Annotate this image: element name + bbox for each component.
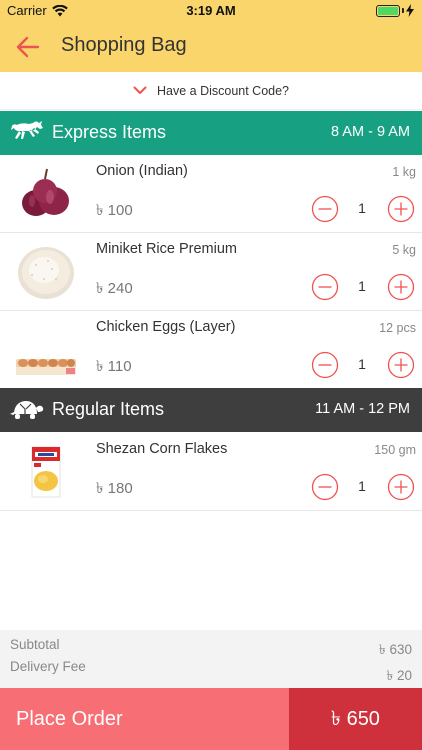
regular-section-header: Regular Items 11 AM - 12 PM <box>0 388 422 432</box>
decrease-quantity-button[interactable] <box>311 195 339 223</box>
chevron-down-icon <box>133 86 147 94</box>
cart-item: Miniket Rice Premium 5 kg ৳ 240 1 <box>0 233 422 311</box>
item-name: Chicken Eggs (Layer) <box>96 319 236 335</box>
decrease-quantity-button[interactable] <box>311 351 339 379</box>
item-name: Shezan Corn Flakes <box>96 441 228 457</box>
place-order-button[interactable]: Place Order <box>0 688 289 750</box>
status-bar: Carrier 3:19 AM <box>0 0 422 22</box>
clock: 3:19 AM <box>186 3 236 18</box>
onion-image <box>22 168 69 216</box>
discount-code-toggle[interactable]: Have a Discount Code? <box>0 72 422 110</box>
order-total: ৳ 650 <box>289 688 422 750</box>
item-quantity: 1 <box>358 278 366 294</box>
item-quantity: 1 <box>358 356 366 372</box>
eggs-image <box>16 359 76 375</box>
item-price: ৳ 110 <box>96 358 132 375</box>
regular-section-title: Regular Items <box>52 399 165 419</box>
express-section-header: Express Items 8 AM - 9 AM <box>0 111 422 155</box>
item-quantity: 1 <box>358 478 366 494</box>
item-price: ৳ 180 <box>96 480 133 497</box>
battery-indicator <box>376 4 414 17</box>
delivery-fee-label: Delivery Fee <box>10 659 86 674</box>
express-section-title: Express Items <box>52 122 167 142</box>
item-name: Onion (Indian) <box>96 163 188 179</box>
checkout-bar: Place Order ৳ 650 <box>0 688 422 750</box>
discount-code-label: Have a Discount Code? <box>156 83 290 98</box>
increase-quantity-button[interactable] <box>387 473 415 501</box>
increase-quantity-button[interactable] <box>387 273 415 301</box>
corn-flakes-image <box>31 446 61 498</box>
order-summary: Subtotal ৳ 630 Delivery Fee ৳ 20 <box>0 630 422 688</box>
cart-item: Shezan Corn Flakes 150 gm ৳ 180 1 <box>0 433 422 511</box>
item-unit: 5 kg <box>392 243 416 257</box>
increase-quantity-button[interactable] <box>387 351 415 379</box>
top-bar: Carrier 3:19 AM Shopping Bag <box>0 0 422 72</box>
back-arrow-icon[interactable] <box>14 33 42 61</box>
item-unit: 150 gm <box>374 443 416 457</box>
charging-bolt-icon <box>406 4 414 17</box>
decrease-quantity-button[interactable] <box>311 473 339 501</box>
increase-quantity-button[interactable] <box>387 195 415 223</box>
item-name: Miniket Rice Premium <box>96 241 237 257</box>
cart-item: Onion (Indian) 1 kg ৳ 100 1 <box>0 155 422 233</box>
item-price: ৳ 100 <box>96 202 133 219</box>
regular-delivery-time: 11 AM - 12 PM <box>315 401 410 417</box>
battery-icon <box>376 4 400 17</box>
page-title: Shopping Bag <box>61 34 187 56</box>
subtotal-label: Subtotal <box>10 637 60 652</box>
horse-icon <box>11 121 43 139</box>
shopping-bag-screen: Carrier 3:19 AM Shopping Bag Have a Disc… <box>0 0 422 750</box>
nav-bar: Shopping Bag <box>0 24 422 70</box>
delivery-fee-value: ৳ 20 <box>386 668 413 683</box>
item-unit: 12 pcs <box>379 321 416 335</box>
item-quantity: 1 <box>358 200 366 216</box>
item-unit: 1 kg <box>392 165 416 179</box>
cart-item: Chicken Eggs (Layer) 12 pcs ৳ 110 1 <box>0 311 422 389</box>
express-delivery-time: 8 AM - 9 AM <box>331 124 410 140</box>
turtle-icon <box>10 401 44 419</box>
decrease-quantity-button[interactable] <box>311 273 339 301</box>
item-price: ৳ 240 <box>96 280 133 297</box>
rice-image <box>18 247 74 299</box>
subtotal-value: ৳ 630 <box>379 642 412 657</box>
